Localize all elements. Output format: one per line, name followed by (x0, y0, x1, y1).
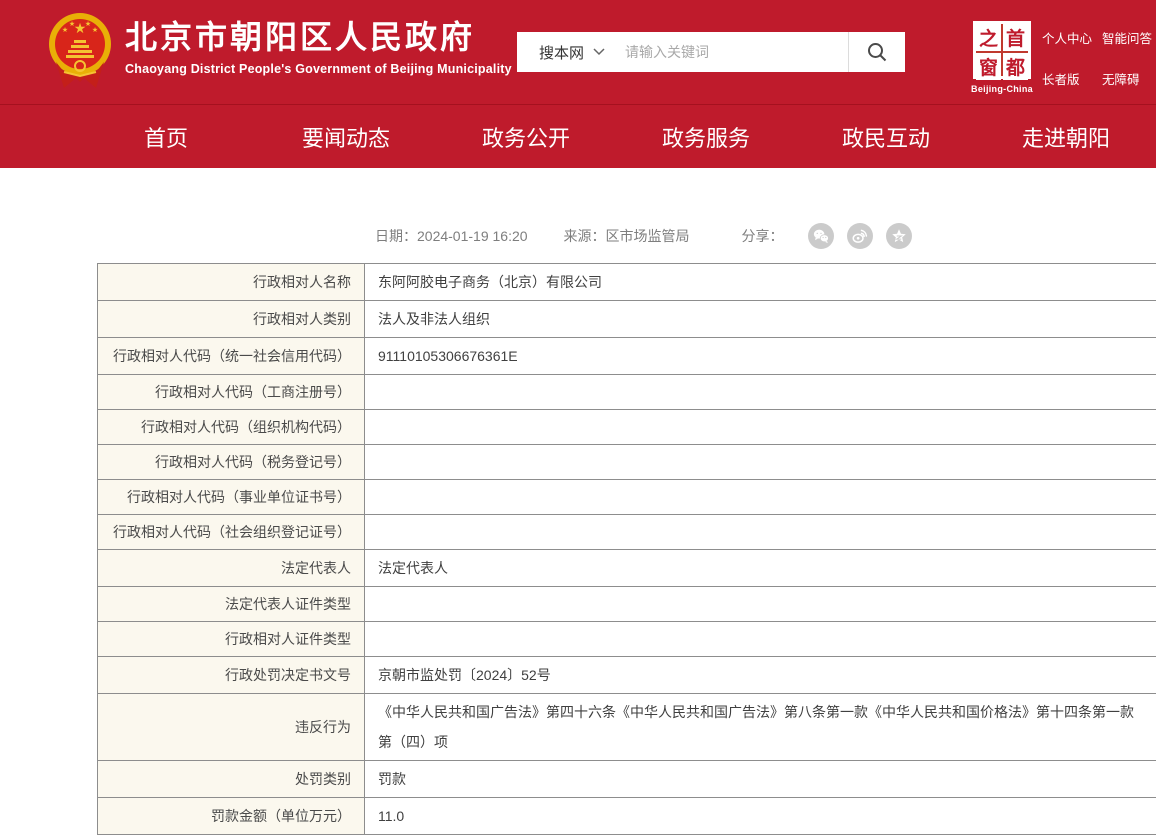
quick-link-personal-center[interactable]: 个人中心 (1042, 28, 1096, 47)
capital-window-char: 都 (1003, 53, 1028, 80)
row-value: 东阿阿胶电子商务（北京）有限公司 (365, 264, 1156, 301)
nav-item-about-chaoyang[interactable]: 走进朝阳 (976, 121, 1156, 153)
row-value: 罚款 (365, 761, 1156, 798)
search-box: 搜本网 (517, 32, 905, 72)
row-value (365, 587, 1156, 622)
svg-text:★: ★ (62, 26, 68, 34)
table-row: 处罚类别 罚款 (98, 761, 1156, 798)
penalty-table: 行政相对人名称 东阿阿胶电子商务（北京）有限公司 行政相对人类别 法人及非法人组… (97, 263, 1156, 835)
nav-item-home[interactable]: 首页 (76, 121, 256, 153)
share-label: 分享： (742, 226, 784, 246)
svg-text:★: ★ (69, 20, 75, 28)
site-title: 北京市朝阳区人民政府 (125, 18, 512, 56)
national-emblem-icon: ★ ★ ★ ★ ★ (48, 10, 112, 96)
row-value: 91110105306676361E (365, 338, 1156, 375)
nav-item-interaction[interactable]: 政民互动 (796, 121, 976, 153)
search-icon (866, 41, 888, 63)
nav-item-news[interactable]: 要闻动态 (256, 121, 436, 153)
svg-text:★: ★ (92, 26, 98, 34)
nav-item-gov-services[interactable]: 政务服务 (616, 121, 796, 153)
main-nav: 首页 要闻动态 政务公开 政务服务 政民互动 走进朝阳 (0, 104, 1156, 168)
quick-links: 个人中心 智能问答 长者版 无障碍 (1042, 28, 1156, 88)
row-value (365, 375, 1156, 410)
table-row: 行政相对人名称 东阿阿胶电子商务（北京）有限公司 (98, 264, 1156, 301)
row-value (365, 445, 1156, 480)
search-input[interactable] (619, 32, 848, 72)
capital-window-logo[interactable]: 之 首 窗 都 Beijing-China (971, 21, 1033, 94)
row-label: 行政相对人代码（税务登记号） (98, 445, 365, 480)
row-label: 行政相对人类别 (98, 301, 365, 338)
row-label: 行政相对人名称 (98, 264, 365, 301)
chevron-down-icon (593, 48, 605, 56)
row-value (365, 480, 1156, 515)
article-meta: 日期：2024-01-19 16:20 来源：区市场监管局 分享： (375, 223, 1156, 249)
table-row: 行政相对人代码（组织机构代码） (98, 410, 1156, 445)
table-row: 行政处罚决定书文号 京朝市监处罚〔2024〕52号 (98, 657, 1156, 694)
article-date: 日期：2024-01-19 16:20 (375, 226, 528, 246)
share-wechat-button[interactable] (808, 223, 834, 249)
article-content: 日期：2024-01-19 16:20 来源：区市场监管局 分享： (0, 223, 1156, 835)
table-row: 法定代表人 法定代表人 (98, 550, 1156, 587)
capital-window-seal: 之 首 窗 都 (973, 21, 1031, 79)
row-label: 行政相对人代码（统一社会信用代码） (98, 338, 365, 375)
national-emblem-logo[interactable]: ★ ★ ★ ★ ★ (48, 10, 112, 96)
row-label: 罚款金额（单位万元） (98, 798, 365, 835)
row-value: 法人及非法人组织 (365, 301, 1156, 338)
table-row: 行政相对人类别 法人及非法人组织 (98, 301, 1156, 338)
row-value: 法定代表人 (365, 550, 1156, 587)
capital-window-caption: Beijing-China (971, 84, 1033, 94)
svg-text:★: ★ (85, 20, 91, 28)
row-value: 11.0 (365, 798, 1156, 835)
row-value (365, 410, 1156, 445)
row-label: 行政相对人证件类型 (98, 622, 365, 657)
capital-window-char: 窗 (976, 53, 1001, 80)
search-scope-label: 搜本网 (539, 42, 584, 63)
row-label: 行政相对人代码（事业单位证书号） (98, 480, 365, 515)
star-icon (890, 227, 908, 245)
table-row: 行政相对人证件类型 (98, 622, 1156, 657)
search-scope-dropdown[interactable]: 搜本网 (517, 42, 619, 63)
site-subtitle: Chaoyang District People's Government of… (125, 62, 512, 76)
table-row: 违反行为 《中华人民共和国广告法》第四十六条《中华人民共和国广告法》第八条第一款… (98, 694, 1156, 761)
row-value: 京朝市监处罚〔2024〕52号 (365, 657, 1156, 694)
nav-item-gov-disclosure[interactable]: 政务公开 (436, 121, 616, 153)
row-label: 违反行为 (98, 694, 365, 761)
table-row: 行政相对人代码（工商注册号） (98, 375, 1156, 410)
share-icons (808, 223, 912, 249)
quick-link-smart-qa[interactable]: 智能问答 (1102, 28, 1156, 47)
search-button[interactable] (848, 32, 905, 72)
row-value (365, 515, 1156, 550)
site-header: ★ ★ ★ ★ ★ 北京市朝阳区人民政府 Chaoyang District P… (0, 0, 1156, 104)
capital-window-char: 之 (976, 24, 1001, 51)
table-row: 行政相对人代码（统一社会信用代码） 91110105306676361E (98, 338, 1156, 375)
weibo-icon (851, 227, 869, 245)
row-label: 行政处罚决定书文号 (98, 657, 365, 694)
row-label: 行政相对人代码（社会组织登记证号） (98, 515, 365, 550)
wechat-icon (812, 227, 830, 245)
row-label: 行政相对人代码（组织机构代码） (98, 410, 365, 445)
quick-link-senior-version[interactable]: 长者版 (1042, 69, 1096, 88)
capital-window-char: 首 (1003, 24, 1028, 51)
quick-link-accessibility[interactable]: 无障碍 (1102, 69, 1156, 88)
share-weibo-button[interactable] (847, 223, 873, 249)
row-label: 处罚类别 (98, 761, 365, 798)
table-row: 行政相对人代码（事业单位证书号） (98, 480, 1156, 515)
row-label: 行政相对人代码（工商注册号） (98, 375, 365, 410)
penalty-table-body: 行政相对人名称 东阿阿胶电子商务（北京）有限公司 行政相对人类别 法人及非法人组… (98, 264, 1156, 835)
table-row: 罚款金额（单位万元） 11.0 (98, 798, 1156, 835)
site-identity[interactable]: 北京市朝阳区人民政府 Chaoyang District People's Go… (125, 18, 512, 76)
table-row: 行政相对人代码（社会组织登记证号） (98, 515, 1156, 550)
table-row: 行政相对人代码（税务登记号） (98, 445, 1156, 480)
row-label: 法定代表人证件类型 (98, 587, 365, 622)
row-label: 法定代表人 (98, 550, 365, 587)
article-source: 来源：区市场监管局 (564, 226, 690, 246)
table-row: 法定代表人证件类型 (98, 587, 1156, 622)
row-value (365, 622, 1156, 657)
share-favorite-button[interactable] (886, 223, 912, 249)
row-value: 《中华人民共和国广告法》第四十六条《中华人民共和国广告法》第八条第一款《中华人民… (365, 694, 1156, 761)
